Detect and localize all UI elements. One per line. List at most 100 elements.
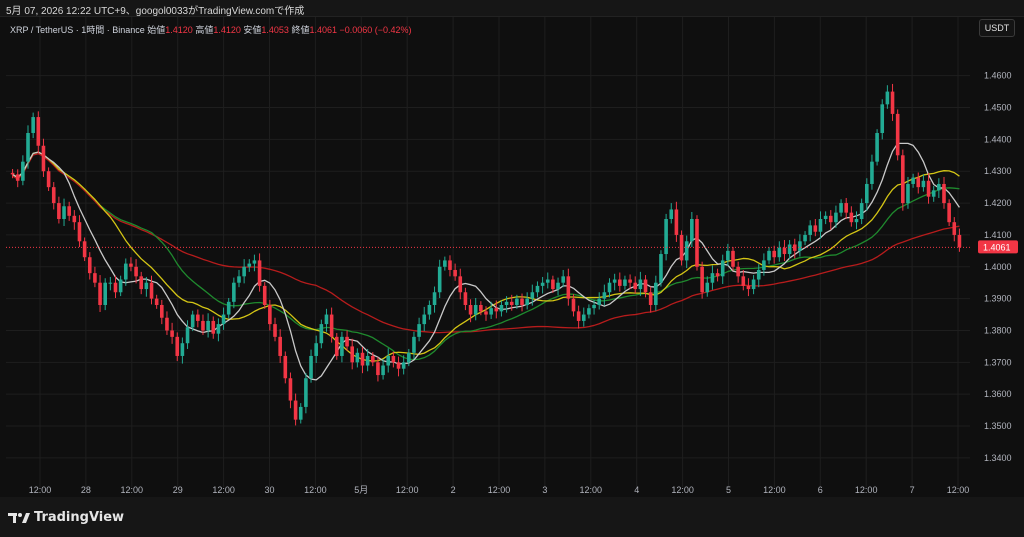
candle-body <box>772 250 776 258</box>
candle-body <box>926 180 931 197</box>
open-label: 始値 <box>147 25 166 35</box>
candle-body <box>947 203 951 223</box>
candle-body <box>36 117 41 146</box>
last-price-label: 1.4061 <box>983 242 1011 252</box>
high-value: 1.4120 <box>213 25 241 35</box>
time-axis: 12:00 28 12:00 29 12:00 30 12:00 5月 12:00 2 12:00 3… <box>29 485 970 495</box>
chart-area[interactable]: 1.4600 1.4500 1.4400 1.4300 1.4200 1.4100 1.40… <box>0 16 1024 498</box>
candle-body <box>643 279 648 293</box>
candle-body <box>329 314 334 337</box>
candle-body <box>381 365 385 376</box>
candle-body <box>262 285 267 305</box>
candle-body <box>293 400 298 420</box>
candle-body <box>458 276 463 293</box>
candle-body <box>638 279 643 290</box>
candle-body <box>463 292 468 305</box>
price-tick-label: 1.4300 <box>984 166 1012 176</box>
candle-body <box>504 301 509 305</box>
candle-body <box>751 279 756 290</box>
low-value: 1.4053 <box>261 25 289 35</box>
candle-body <box>581 314 586 321</box>
candle-body <box>674 209 679 235</box>
candle-body <box>21 161 25 181</box>
candle-body <box>597 298 602 305</box>
candle-body <box>144 282 149 290</box>
candle-body <box>726 250 730 261</box>
candle-body <box>72 215 77 223</box>
candle-body <box>365 355 370 366</box>
candle-body <box>720 260 725 277</box>
candle-body <box>87 257 92 274</box>
time-tick-label: 12:00 <box>396 485 419 495</box>
candle-body <box>108 282 113 284</box>
candle-body <box>489 308 493 315</box>
candle-body <box>854 219 859 223</box>
candle-body <box>324 314 329 325</box>
candle-body <box>350 346 355 363</box>
candle-body <box>623 279 627 286</box>
candle-body <box>787 244 792 255</box>
time-tick-label: 2 <box>451 485 456 495</box>
time-tick-label: 28 <box>81 485 91 495</box>
candle-body <box>190 314 195 328</box>
symbol-label[interactable]: XRP / TetherUS · 1時間 · Binance <box>10 25 145 35</box>
low-label: 安値 <box>243 25 262 35</box>
candle-body <box>731 250 735 267</box>
candle-body <box>355 352 360 363</box>
candle-body <box>139 276 144 290</box>
candle-body <box>576 311 581 321</box>
candle-body <box>535 285 540 293</box>
candle-body <box>875 133 879 162</box>
candle-body <box>41 145 46 172</box>
candle-body <box>314 343 318 356</box>
candle-body <box>885 91 890 105</box>
candle-body <box>57 203 61 219</box>
candle-body <box>288 378 293 401</box>
candle-body <box>684 241 689 261</box>
candle-body <box>700 266 704 293</box>
candle-body <box>247 263 252 267</box>
candle-body <box>432 292 437 305</box>
time-tick-label: 12:00 <box>488 485 511 495</box>
change-value: −0.0060 (−0.42%) <box>339 25 412 35</box>
time-tick-label: 6 <box>818 485 823 495</box>
candle-body <box>777 247 782 258</box>
candle-body <box>587 308 591 315</box>
candle-body <box>710 273 715 283</box>
candle-body <box>98 282 102 305</box>
time-tick-label: 12:00 <box>947 485 970 495</box>
candle-body <box>499 305 504 312</box>
time-tick-label: 12:00 <box>580 485 603 495</box>
brand-name: TradingView <box>34 510 125 525</box>
candle-body <box>864 183 869 204</box>
candle-body <box>268 305 272 325</box>
price-tick-label: 1.4000 <box>984 262 1012 272</box>
time-tick-label: 29 <box>173 485 183 495</box>
candle-body <box>46 171 51 188</box>
candle-body <box>473 305 478 315</box>
candle-body <box>931 190 936 197</box>
candle-body <box>648 292 653 305</box>
candle-body <box>206 320 210 331</box>
price-chart[interactable]: 1.4600 1.4500 1.4400 1.4300 1.4200 1.4100 1.40… <box>0 17 1024 497</box>
candle-body <box>113 282 118 293</box>
candle-body <box>396 362 401 369</box>
candle-body <box>376 362 380 376</box>
candle-body <box>360 352 365 366</box>
time-tick-label: 12:00 <box>763 485 786 495</box>
time-tick-label: 3 <box>542 485 547 495</box>
candle-body <box>196 314 200 321</box>
candle-body <box>31 117 35 133</box>
candle-body <box>870 161 874 184</box>
candle-body <box>957 234 962 248</box>
currency-button[interactable]: USDT <box>979 19 1015 37</box>
tradingview-brand[interactable]: TradingView <box>8 510 124 525</box>
candle-body <box>906 183 910 204</box>
candle-body <box>257 260 262 286</box>
tradingview-logo-icon <box>8 512 30 523</box>
price-tick-label: 1.3700 <box>984 357 1012 367</box>
candle-body <box>664 219 668 255</box>
candle-body <box>798 241 802 251</box>
candle-body <box>468 305 473 315</box>
candle-body <box>185 327 190 344</box>
